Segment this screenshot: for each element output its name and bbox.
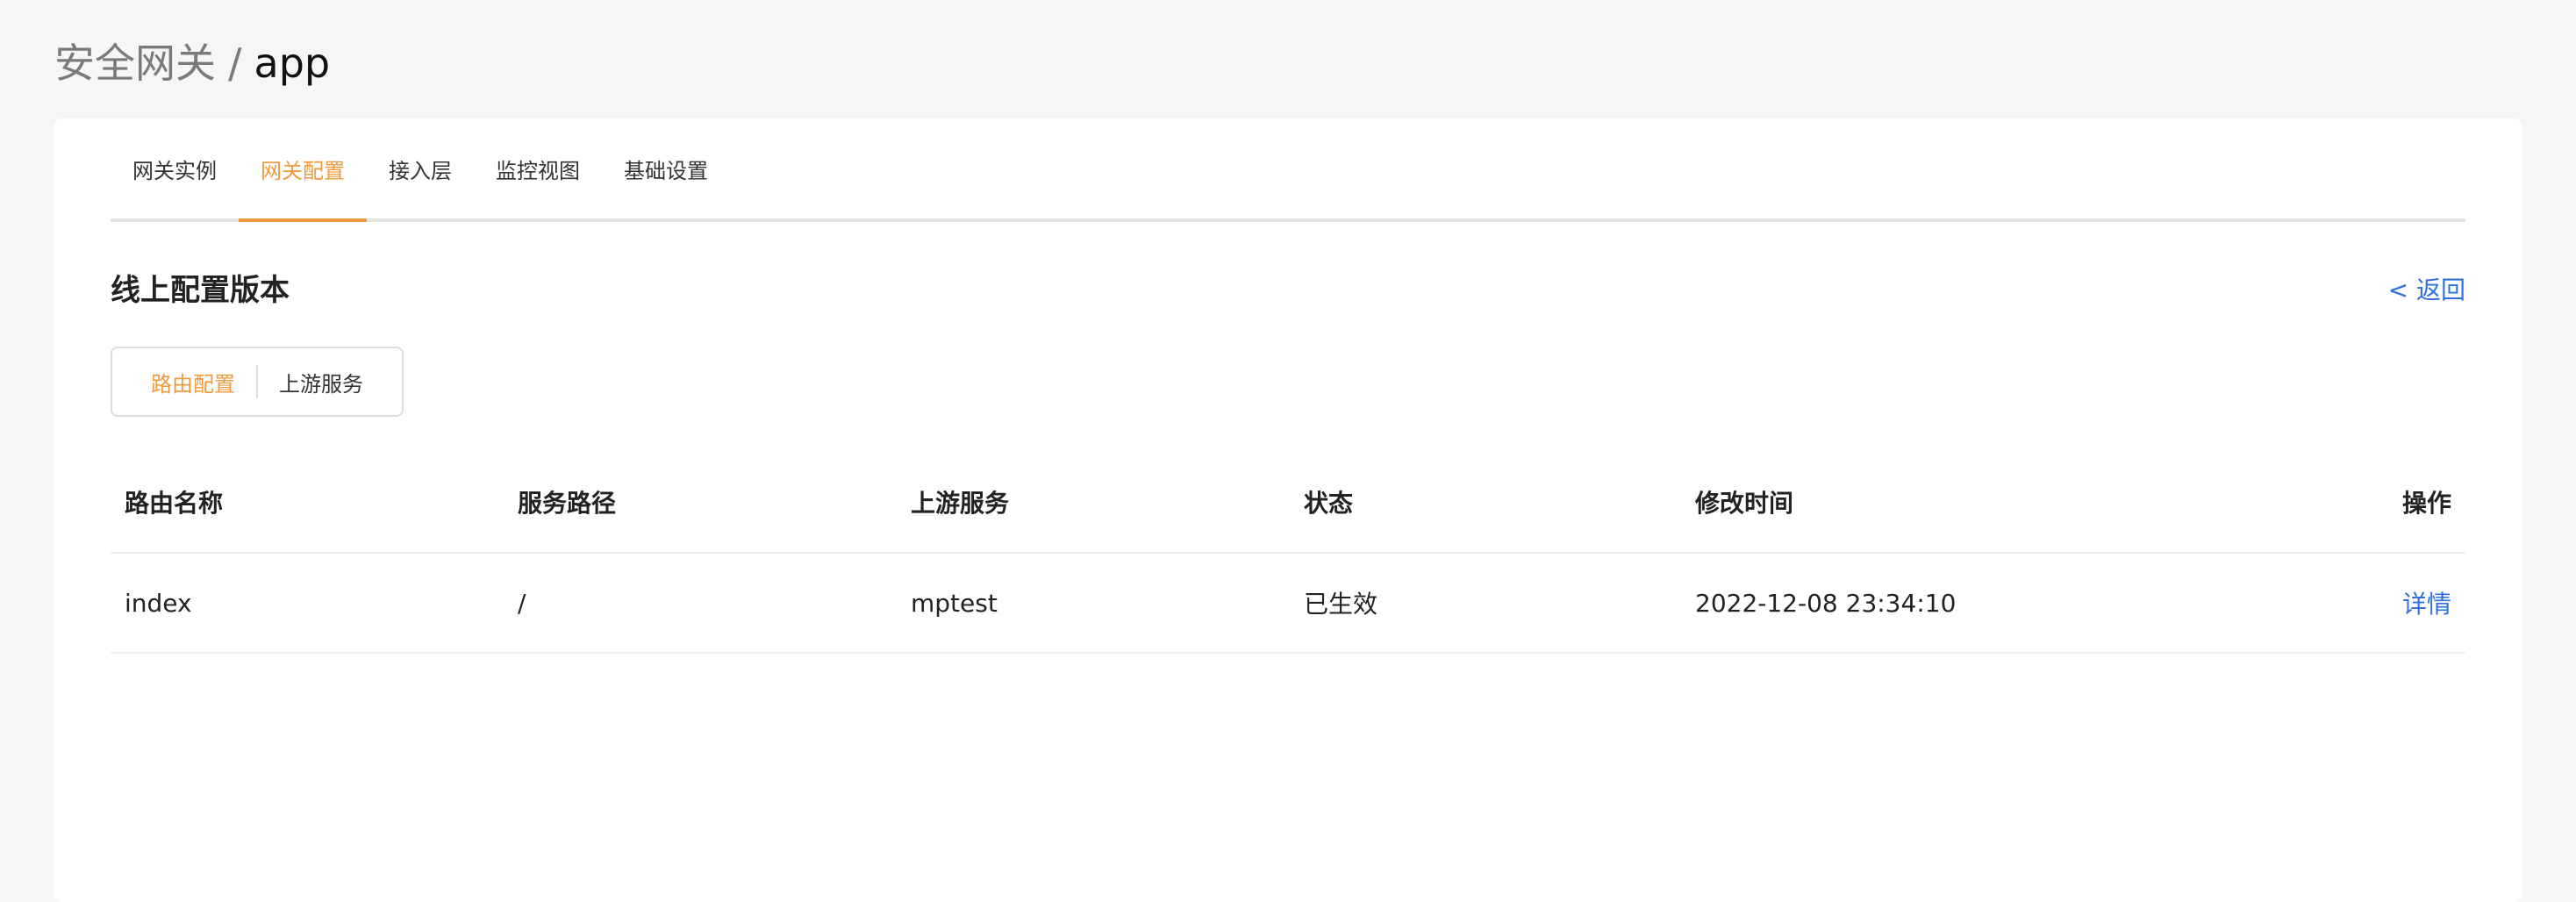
segment-upstream-service[interactable]: 上游服务: [258, 348, 384, 415]
tab-label: 监控视图: [496, 158, 580, 183]
action-cell: 详情: [2207, 585, 2465, 620]
status-cell: 已生效: [1304, 590, 1378, 619]
table-header: 路由名称 服务路径 上游服务 状态 修改时间 操作: [111, 452, 2465, 554]
breadcrumb-separator: /: [228, 39, 242, 87]
tab-monitoring-view[interactable]: 监控视图: [474, 118, 602, 222]
tab-basic-settings[interactable]: 基础设置: [602, 118, 730, 222]
tab-gateway-config[interactable]: 网关配置: [239, 118, 367, 222]
tab-gateway-instances[interactable]: 网关实例: [111, 118, 239, 222]
column-header: 服务路径: [518, 489, 617, 518]
upstream-cell: mptest: [911, 588, 998, 618]
tab-label: 接入层: [389, 158, 452, 183]
column-header: 上游服务: [911, 489, 1010, 518]
section-title: 线上配置版本: [111, 273, 290, 308]
column-header: 操作: [2401, 489, 2451, 518]
breadcrumb: 安全网关 / app: [54, 33, 330, 93]
modified-time-cell: 2022-12-08 23:34:10: [1695, 588, 1957, 618]
column-header: 状态: [1304, 489, 1354, 518]
tab-label: 网关实例: [132, 158, 217, 183]
tab-bar: 网关实例 网关配置 接入层 监控视图 基础设置: [111, 118, 2465, 222]
tab-access-layer[interactable]: 接入层: [367, 118, 474, 222]
back-link[interactable]: < 返回: [2388, 271, 2465, 310]
main-card: 网关实例 网关配置 接入层 监控视图 基础设置 线上配置版本 < 返回 路由配置…: [54, 118, 2522, 902]
route-name-cell: index: [125, 588, 192, 618]
tab-label: 网关配置: [261, 158, 345, 183]
breadcrumb-current: app: [254, 39, 331, 87]
table-row: index / mptest 已生效 2022-12-08 23:34:10 详…: [111, 554, 2465, 654]
config-type-switch: 路由配置 上游服务: [111, 347, 404, 417]
segment-route-config[interactable]: 路由配置: [112, 348, 256, 415]
tab-label: 基础设置: [624, 158, 708, 183]
column-header: 修改时间: [1695, 489, 1794, 518]
column-header: 路由名称: [125, 489, 224, 518]
service-path-cell: /: [518, 588, 526, 618]
detail-link[interactable]: 详情: [2402, 590, 2451, 619]
route-table: 路由名称 服务路径 上游服务 状态 修改时间 操作 index / mptest…: [111, 452, 2465, 654]
breadcrumb-parent[interactable]: 安全网关: [54, 33, 216, 93]
